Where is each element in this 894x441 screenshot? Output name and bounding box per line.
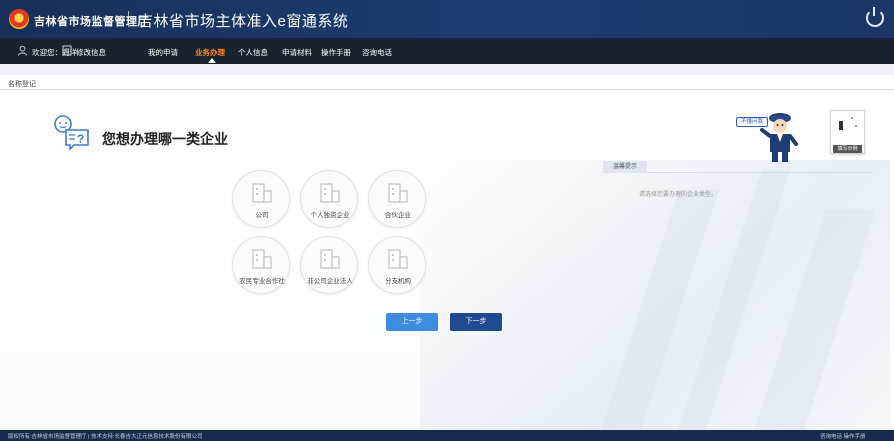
building-icon [252, 183, 272, 203]
tip-panel: 温馨提示 请选择您要办理的企业类型。 [603, 161, 873, 311]
nav-bar: 欢迎您：刘洋 修改信息 我的申请 业务办理 个人信息 申请材料 操作手册 咨询电… [0, 38, 894, 64]
prev-step-button[interactable]: 上一步 [386, 313, 438, 331]
type-card-label: 公司 [255, 212, 269, 219]
building-icon [320, 183, 340, 203]
svg-text:?: ? [77, 132, 84, 146]
type-card-company[interactable]: 公司 [232, 170, 290, 228]
nav-item-my-applications[interactable]: 我的申请 [148, 47, 178, 58]
nav-item-personal-info[interactable]: 个人信息 [238, 47, 268, 58]
active-indicator [208, 58, 216, 63]
building-icon [320, 249, 340, 269]
nav-item-hotline[interactable]: 咨询电话 [362, 47, 392, 58]
agency-name: 吉林省市场监督管理厅 [34, 16, 149, 28]
footer-links[interactable]: 咨询电话 操作手册 [820, 432, 866, 440]
guide-thumbnail[interactable]: 填写示例 [830, 110, 865, 154]
power-icon[interactable] [866, 7, 884, 27]
type-card-sole-proprietorship[interactable]: 个人独资企业 [300, 170, 358, 228]
top-header: 吉林省市场监督管理厅 吉林省市场主体准入e窗通系统 [0, 0, 894, 38]
tip-title: 温馨提示 [603, 161, 648, 173]
prompt-title: 您想办理哪一类企业 [102, 131, 228, 147]
nav-item-business[interactable]: 业务办理 [195, 47, 225, 58]
help-tag[interactable]: 不懂问我 [736, 117, 768, 127]
building-icon [388, 183, 408, 203]
emblem-icon [9, 9, 29, 29]
footer: 版权所有:吉林省市场监督管理厅 | 技术支持:长春吉大正元信息技术股份有限公司 … [0, 430, 894, 441]
user-icon [17, 45, 28, 56]
building-icon [252, 249, 272, 269]
type-card-branch[interactable]: 分支机构 [368, 236, 426, 294]
tip-text: 请选择您要办理的企业类型。 [639, 192, 718, 198]
type-card-cooperative[interactable]: 农民专业合作社 [232, 236, 290, 294]
guide-label: 填写示例 [833, 145, 862, 153]
nav-item-manual[interactable]: 操作手册 [321, 47, 351, 58]
edit-info-link[interactable]: 修改信息 [76, 47, 106, 58]
type-card-non-company-legal-person[interactable]: 非公司企业法人 [300, 236, 358, 294]
type-card-partnership[interactable]: 合伙企业 [368, 170, 426, 228]
edit-icon [62, 45, 72, 56]
breadcrumb-spacer [0, 64, 894, 75]
type-card-label: 农民专业合作社 [239, 278, 285, 285]
type-card-label: 非公司企业法人 [307, 278, 353, 285]
type-card-label: 分支机构 [385, 278, 411, 285]
nav-item-materials[interactable]: 申请材料 [282, 47, 312, 58]
question-icon: ? [54, 115, 89, 150]
main-panel: ? 您想办理哪一类企业 公司 个人独资企业 合伙企业 农民专业合作社 非公司企业… [0, 90, 894, 430]
next-step-button[interactable]: 下一步 [450, 313, 502, 331]
footer-copyright: 版权所有:吉林省市场监督管理厅 | 技术支持:长春吉大正元信息技术股份有限公司 [8, 434, 203, 440]
system-title: 吉林省市场主体准入e窗通系统 [138, 13, 349, 30]
type-card-label: 个人独资企业 [310, 212, 350, 219]
breadcrumb: 名称登记 [0, 75, 894, 90]
guide-preview-icon [839, 117, 857, 130]
building-icon [388, 249, 408, 269]
type-card-label: 合伙企业 [385, 212, 411, 219]
header-divider [128, 11, 129, 27]
